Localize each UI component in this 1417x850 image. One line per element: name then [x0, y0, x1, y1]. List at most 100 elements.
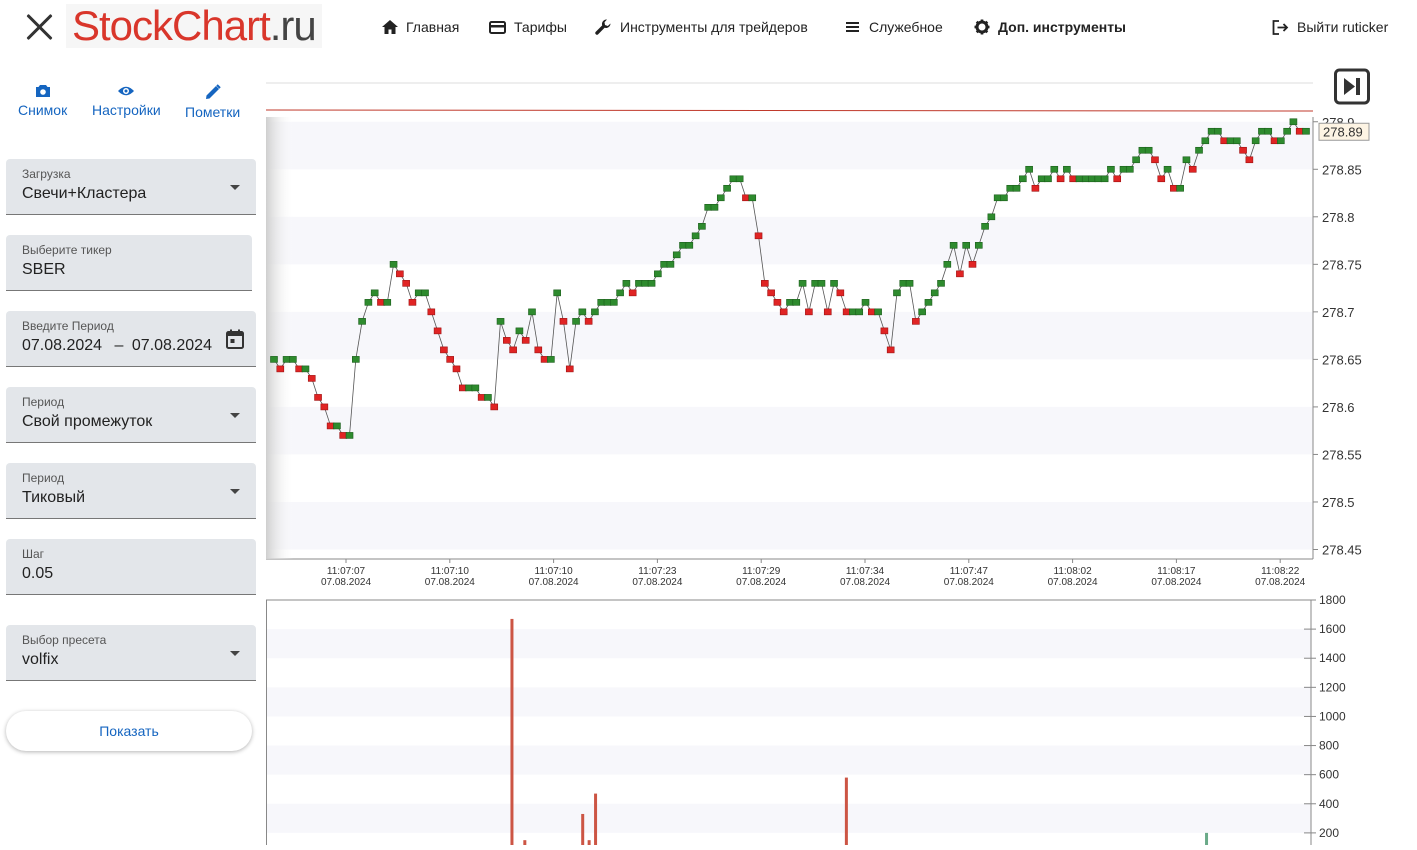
price-point — [735, 175, 744, 183]
price-point — [414, 289, 423, 297]
price-point — [1144, 146, 1153, 154]
skip-to-end-icon[interactable] — [1334, 68, 1370, 106]
nav-extra-tools[interactable]: Доп. инструменты — [974, 0, 1126, 54]
price-point — [364, 299, 373, 306]
date-range-label: Введите Период — [22, 319, 114, 333]
volume-band — [266, 629, 1311, 659]
price-point — [352, 356, 360, 363]
volume-band — [266, 803, 1311, 833]
time-tick-label: 11:08:17 — [1157, 566, 1196, 577]
calendar-icon[interactable] — [226, 329, 244, 349]
load-select[interactable]: Загрузка Свечи+Кластера — [6, 159, 256, 215]
price-point — [729, 175, 738, 183]
settings-button[interactable]: Настройки — [92, 84, 161, 118]
notes-button[interactable]: Пометки — [185, 84, 240, 120]
nav-trader-tools[interactable]: Инструменты для трейдеров — [595, 0, 808, 54]
date-range-input[interactable]: Введите Период 07.08.2024 – 07.08.2024 — [6, 311, 256, 367]
date-tick-label: 07.08.2024 — [840, 577, 890, 588]
price-point — [792, 299, 801, 306]
date-to[interactable]: 07.08.2024 — [132, 337, 212, 354]
nav-service[interactable]: Служебное — [845, 0, 943, 54]
price-point — [446, 356, 454, 363]
price-point — [389, 261, 398, 268]
price-point — [1226, 137, 1235, 145]
price-band — [266, 311, 1313, 360]
nav-tariffs-label: Тарифы — [514, 19, 567, 35]
date-tick-label: 07.08.2024 — [1048, 577, 1098, 588]
price-point — [880, 327, 889, 335]
price-point — [830, 280, 838, 287]
load-select-label: Загрузка — [22, 167, 71, 181]
price-point — [761, 280, 769, 287]
volume-tick-label: 800 — [1319, 739, 1339, 753]
price-plot-shade — [266, 117, 294, 559]
price-point — [402, 280, 410, 287]
show-button[interactable]: Показать — [6, 711, 252, 751]
logo-text-domain: .ru — [269, 2, 317, 49]
preset-select[interactable]: Выбор пресета volfix — [6, 625, 256, 681]
volume-tick-label: 1400 — [1319, 651, 1346, 665]
time-tick-label: 11:07:23 — [638, 566, 677, 577]
price-point — [855, 308, 864, 316]
date-from[interactable]: 07.08.2024 — [22, 337, 102, 354]
price-point — [1295, 127, 1304, 135]
price-point — [899, 280, 908, 287]
price-point — [383, 299, 392, 306]
price-point — [1075, 175, 1084, 183]
time-tick-label: 11:07:10 — [431, 566, 470, 577]
price-point — [1119, 165, 1128, 173]
nav-extra-tools-label: Доп. инструменты — [998, 19, 1127, 35]
nav-tariffs[interactable]: Тарифы — [489, 0, 567, 54]
period-type-select[interactable]: Период Тиковый — [6, 463, 256, 519]
price-point — [1163, 165, 1172, 173]
price-point — [691, 232, 700, 240]
menu-icon — [846, 22, 859, 32]
price-point — [1283, 127, 1291, 135]
price-point — [836, 289, 845, 297]
price-point — [276, 365, 285, 373]
price-point — [811, 280, 819, 287]
price-point — [345, 432, 354, 439]
price-point — [1100, 175, 1109, 183]
nav-home-label: Главная — [406, 19, 460, 35]
price-tick-label: 278.85 — [1322, 162, 1362, 177]
time-tick-label: 11:07:10 — [535, 566, 574, 577]
period-select[interactable]: Период Свой промежуток — [6, 387, 256, 443]
price-point — [370, 289, 379, 297]
price-point — [477, 394, 486, 401]
site-logo[interactable]: StockChart.ru — [66, 4, 322, 48]
nav-home[interactable]: Главная — [382, 0, 459, 54]
price-and-volume-charts[interactable]: 278.45 278.5 278.55 278.6 278.65 278.7 278.75 2… — [265, 62, 1417, 845]
date-tick-label: 07.08.2024 — [632, 577, 682, 588]
snapshot-button[interactable]: Снимок — [18, 84, 67, 118]
price-point — [408, 299, 417, 306]
price-point — [943, 261, 952, 268]
price-point — [1006, 184, 1015, 192]
price-point — [1063, 165, 1071, 173]
chart-area[interactable]: 278.45 278.5 278.55 278.6 278.65 278.7 278.75 2… — [265, 62, 1417, 845]
price-point — [1000, 194, 1008, 202]
price-band — [266, 501, 1313, 550]
price-point — [1056, 175, 1065, 183]
volume-bar — [594, 793, 598, 845]
volume-bar — [523, 840, 527, 845]
price-point — [597, 299, 606, 306]
price-point — [1258, 127, 1266, 135]
date-tick-label: 07.08.2024 — [321, 577, 371, 588]
logout-button[interactable]: Выйти ruticker — [1272, 0, 1388, 54]
price-tick-label: 278.6 — [1322, 400, 1355, 415]
ticker-input-label: Выберите тикер — [22, 243, 112, 257]
ticker-input[interactable]: Выберите тикер SBER — [6, 235, 252, 291]
logout-icon — [1272, 19, 1289, 35]
price-point — [578, 308, 587, 316]
price-y-axis: 278.45 278.5 278.55 278.6 278.65 278.7 278.75 2… — [1313, 115, 1370, 557]
snapshot-label: Снимок — [18, 102, 68, 118]
price-point — [912, 318, 920, 325]
close-icon[interactable] — [22, 10, 56, 44]
price-point — [295, 365, 303, 373]
price-point — [326, 422, 335, 430]
price-tick-label: 278.45 — [1322, 542, 1362, 557]
step-input[interactable]: Шаг 0.05 — [6, 539, 256, 595]
price-point — [930, 289, 939, 297]
price-band — [266, 216, 1313, 265]
